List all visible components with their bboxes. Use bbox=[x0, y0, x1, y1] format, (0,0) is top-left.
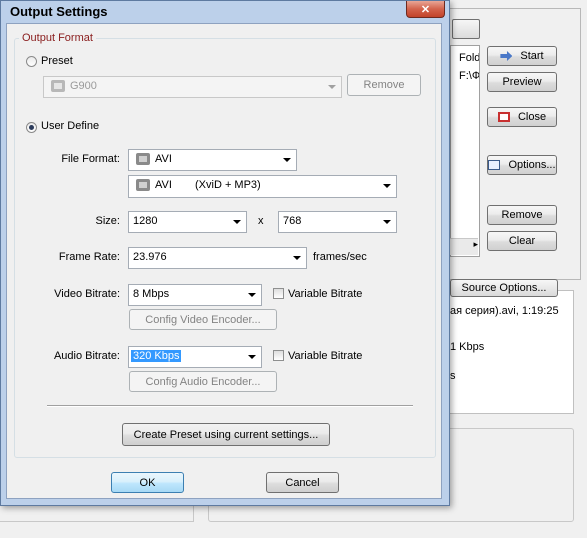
info-line: ая серия).avi, 1:19:25 bbox=[450, 305, 559, 317]
chevron-down-icon bbox=[383, 184, 391, 188]
checklist-icon bbox=[488, 160, 501, 170]
file-list-item: Fold bbox=[459, 52, 480, 64]
preview-button[interactable]: Preview bbox=[487, 72, 557, 92]
preset-remove-button[interactable]: Remove bbox=[347, 74, 421, 96]
size-separator: x bbox=[258, 215, 264, 227]
info-line: s bbox=[450, 370, 456, 382]
frame-rate-unit: frames/sec bbox=[313, 251, 367, 263]
chevron-down-icon bbox=[383, 220, 391, 224]
frame-rate-select[interactable]: 23.976 bbox=[128, 247, 307, 269]
source-options-button[interactable]: Source Options... bbox=[450, 279, 558, 297]
close-icon: ✕ bbox=[420, 3, 431, 16]
remove-button-label: Remove bbox=[501, 209, 543, 221]
audio-variable-bitrate-checkbox[interactable] bbox=[273, 350, 284, 361]
file-format-select[interactable]: AVI bbox=[128, 149, 297, 171]
video-variable-bitrate-label[interactable]: Variable Bitrate bbox=[288, 288, 362, 300]
source-options-label: Source Options... bbox=[461, 282, 547, 294]
chevron-down-icon bbox=[248, 293, 256, 297]
remove-file-button[interactable]: Remove bbox=[487, 205, 557, 225]
info-line: 1 Kbps bbox=[450, 341, 485, 353]
arrow-right-icon bbox=[500, 51, 513, 61]
frame-rate-value: 23.976 bbox=[133, 251, 167, 263]
size-height-value: 768 bbox=[283, 215, 302, 227]
file-format-value: AVI bbox=[155, 153, 172, 165]
scroll-right-icon: ▸ bbox=[473, 239, 478, 249]
codec-detail: (XviD + MP3) bbox=[195, 179, 261, 191]
film-icon bbox=[51, 80, 65, 92]
film-icon bbox=[136, 179, 150, 191]
film-icon bbox=[136, 153, 150, 165]
start-button[interactable]: Start bbox=[487, 46, 557, 66]
cancel-label: Cancel bbox=[285, 476, 320, 489]
size-label: Size: bbox=[95, 215, 120, 227]
size-height-select[interactable]: 768 bbox=[278, 211, 397, 233]
frame-rate-label: Frame Rate: bbox=[58, 251, 120, 263]
size-width-select[interactable]: 1280 bbox=[128, 211, 247, 233]
cancel-button[interactable]: Cancel bbox=[266, 472, 339, 493]
audio-bitrate-select[interactable]: 320 Kbps bbox=[128, 346, 262, 368]
audio-variable-bitrate-label[interactable]: Variable Bitrate bbox=[288, 350, 362, 362]
file-format-label: File Format: bbox=[61, 153, 120, 165]
preset-value: G900 bbox=[70, 80, 97, 92]
options-button[interactable]: Options... bbox=[487, 155, 557, 175]
start-button-label: Start bbox=[520, 50, 544, 62]
dialog-title: Output Settings bbox=[10, 4, 108, 19]
output-format-group-title: Output Format bbox=[19, 32, 96, 44]
close-icon bbox=[497, 112, 510, 122]
chevron-down-icon bbox=[248, 355, 256, 359]
preset-select[interactable]: G900 bbox=[43, 76, 342, 98]
audio-bitrate-value: 320 Kbps bbox=[131, 350, 182, 362]
dialog-close-button[interactable]: ✕ bbox=[406, 1, 445, 18]
ok-button[interactable]: OK bbox=[111, 472, 184, 493]
close-app-button[interactable]: Close bbox=[487, 107, 557, 127]
clear-button[interactable]: Clear bbox=[487, 231, 557, 251]
preset-radio[interactable] bbox=[26, 56, 37, 67]
dialog-titlebar[interactable]: Output Settings ✕ bbox=[1, 1, 449, 23]
create-preset-label: Create Preset using current settings... bbox=[133, 428, 319, 441]
preset-remove-label: Remove bbox=[363, 79, 405, 91]
codec-value: AVI bbox=[155, 179, 172, 191]
video-variable-bitrate-checkbox[interactable] bbox=[273, 288, 284, 299]
video-bitrate-value: 8 Mbps bbox=[133, 288, 170, 300]
close-button-label: Close bbox=[517, 111, 547, 123]
background-top-button[interactable] bbox=[452, 19, 480, 39]
config-video-encoder-label: Config Video Encoder... bbox=[145, 313, 261, 326]
file-list-scrollbar[interactable]: ▸ bbox=[450, 238, 478, 255]
options-button-label: Options... bbox=[508, 159, 556, 171]
create-preset-button[interactable]: Create Preset using current settings... bbox=[122, 423, 330, 446]
config-audio-encoder-label: Config Audio Encoder... bbox=[145, 375, 261, 388]
user-define-label[interactable]: User Define bbox=[41, 120, 99, 132]
config-video-encoder-button[interactable]: Config Video Encoder... bbox=[129, 309, 277, 330]
audio-bitrate-value-wrap: 320 Kbps bbox=[131, 350, 182, 362]
size-width-value: 1280 bbox=[133, 215, 158, 227]
codec-select[interactable]: AVI (XviD + MP3) bbox=[128, 175, 397, 198]
background-file-list[interactable]: Fold F:\Фі bbox=[450, 45, 480, 257]
preset-label[interactable]: Preset bbox=[41, 55, 73, 67]
chevron-down-icon bbox=[283, 158, 291, 162]
ok-label: OK bbox=[139, 476, 156, 489]
file-list-item: F:\Фі bbox=[459, 70, 480, 82]
chevron-down-icon bbox=[328, 85, 336, 89]
video-bitrate-select[interactable]: 8 Mbps bbox=[128, 284, 262, 306]
preview-button-label: Preview bbox=[502, 76, 542, 88]
video-bitrate-label: Video Bitrate: bbox=[54, 288, 120, 300]
chevron-down-icon bbox=[293, 256, 301, 260]
clear-button-label: Clear bbox=[508, 235, 536, 247]
config-audio-encoder-button[interactable]: Config Audio Encoder... bbox=[129, 371, 277, 392]
background-bottom-left-panel bbox=[0, 505, 194, 522]
chevron-down-icon bbox=[233, 220, 241, 224]
audio-bitrate-label: Audio Bitrate: bbox=[53, 350, 120, 362]
group-separator bbox=[47, 405, 413, 407]
user-define-radio[interactable] bbox=[26, 122, 37, 133]
